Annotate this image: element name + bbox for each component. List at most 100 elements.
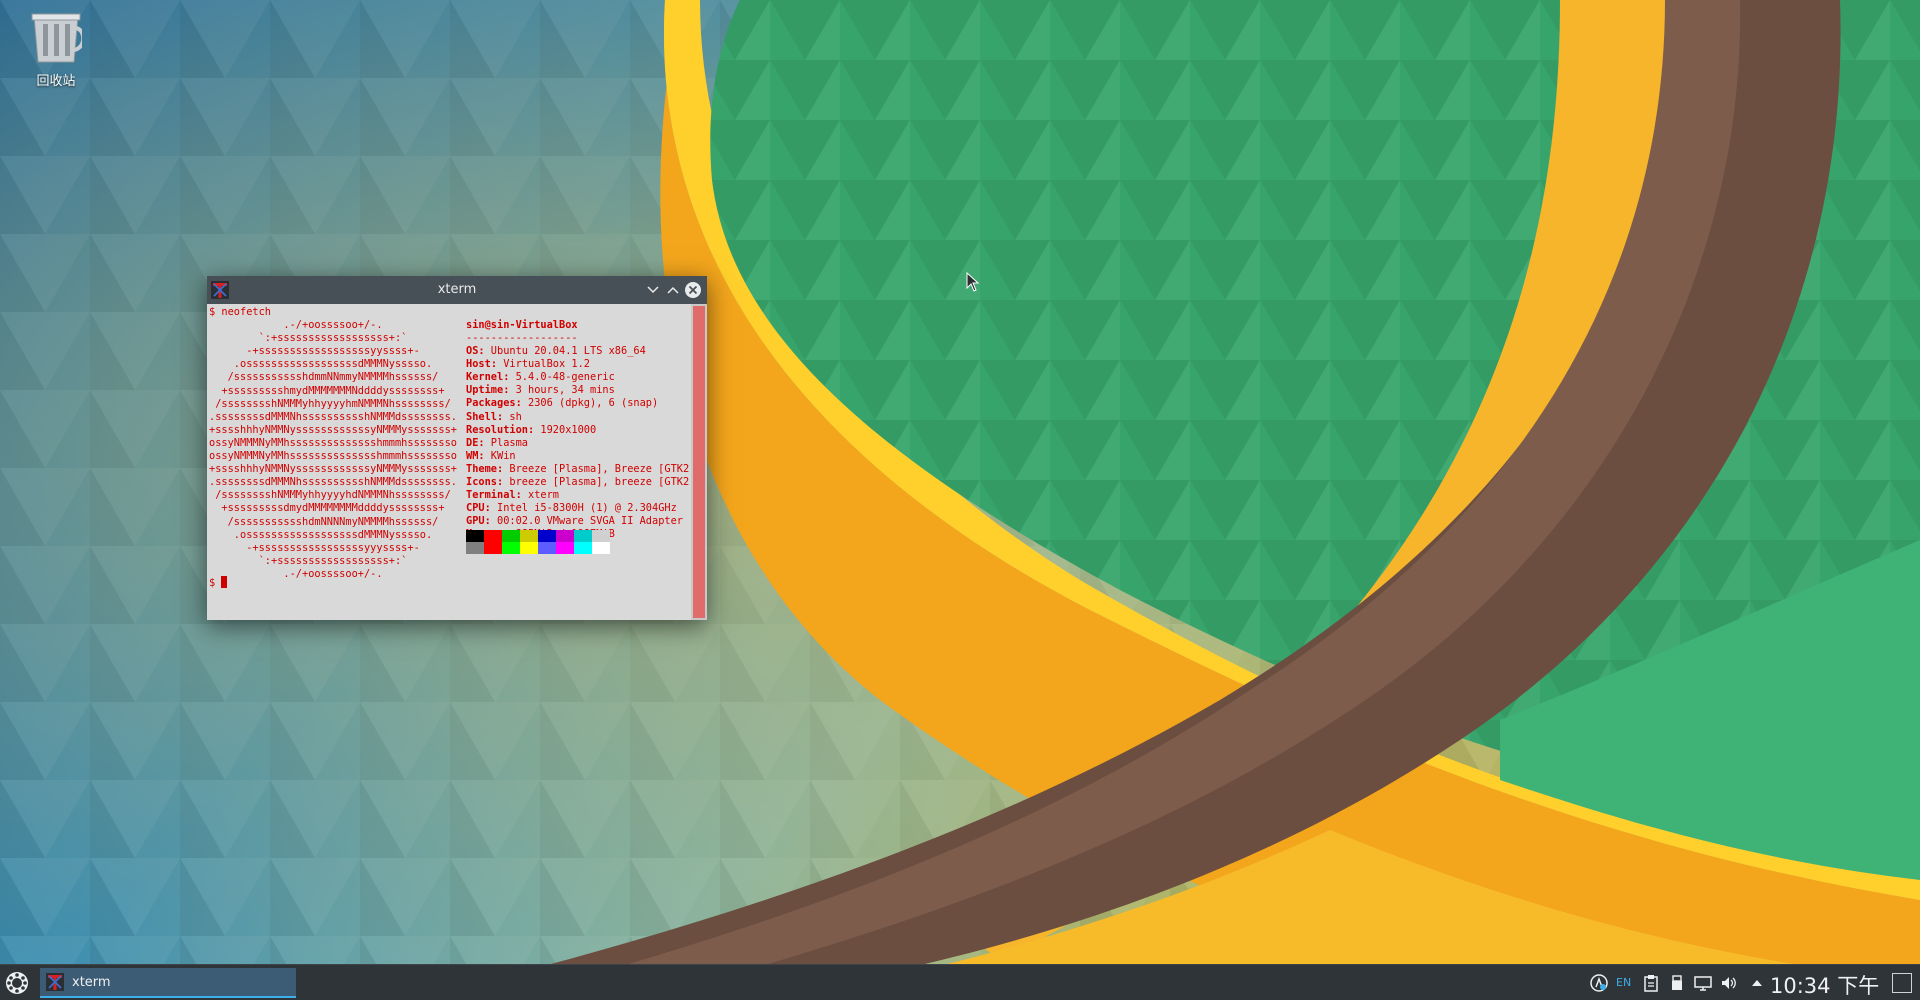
info-row: Uptime: 3 hours, 34 mins <box>466 384 615 397</box>
ascii-art-line: +sssshhhyNMMNyssssssssssssyNMMMysssssss+ <box>209 423 457 436</box>
ascii-art-line: `:+ssssssssssssssssss+:` <box>209 332 408 345</box>
clock[interactable]: 10:34 下午 <box>1770 970 1879 1000</box>
info-row: WM: KWin <box>466 449 516 462</box>
taskbar: xterm EN 10:34 下午 <box>0 964 1920 1000</box>
show-desktop-button[interactable] <box>1892 973 1912 993</box>
ascii-art-line: +sssshhhyNMMNyssssssssssssyNMMMysssssss+ <box>209 463 457 476</box>
palette-swatch <box>484 542 502 554</box>
command-line: $ neofetch <box>209 306 271 318</box>
terminal-output[interactable]: $ neofetch .-/+oossssoo+/-. `:+sssssssss… <box>207 304 691 620</box>
keyboard-layout-icon[interactable]: EN <box>1616 976 1634 994</box>
ascii-art-line: /ssssssssssshdmmNNmmyNMMMMhssssss/ <box>209 371 439 384</box>
info-separator: ------------------ <box>466 332 578 344</box>
palette-swatch <box>592 530 610 542</box>
prompt: $ <box>209 577 222 589</box>
desktop[interactable]: 回收站 xterm $ neofetch .-/+oossssoo+/-. `:… <box>0 0 1920 1000</box>
palette-swatch <box>520 530 538 542</box>
taskbar-item-label: xterm <box>72 975 111 990</box>
info-key: Kernel <box>466 371 504 384</box>
palette-swatch <box>592 542 610 554</box>
maximize-button[interactable] <box>663 280 683 300</box>
user-host: sin@sin-VirtualBox <box>466 319 578 331</box>
ascii-art-line: `:+ssssssssssssssssss+:` <box>209 554 408 567</box>
ascii-art-line: .ssssssssdMMMNhsssssssssshNMMMdssssssss. <box>209 476 457 489</box>
info-key: Theme <box>466 462 497 475</box>
info-row: Kernel: 5.4.0-48-generic <box>466 371 615 384</box>
close-button[interactable] <box>683 280 703 300</box>
scrollbar[interactable] <box>691 304 707 620</box>
ascii-art-line: .ossssssssssssssssssdMMMNysssso. <box>209 528 433 541</box>
info-row: Icons: breeze [Plasma], breeze [GTK2 <box>466 476 690 488</box>
info-value: Ubuntu 20.04.1 LTS x86_64 <box>484 345 646 357</box>
usb-device-icon[interactable] <box>1668 974 1686 992</box>
info-key: OS <box>466 345 479 357</box>
palette-swatch <box>502 530 520 542</box>
palette-swatch <box>484 530 502 542</box>
info-value: xterm <box>521 489 560 502</box>
info-row: Theme: Breeze [Plasma], Breeze [GTK2 <box>466 462 690 475</box>
prompt-line[interactable]: $ <box>209 576 228 590</box>
info-value: 2306 (dpkg), 6 (snap) <box>521 397 659 410</box>
ascii-art-line: .-/+oossssoo+/-. <box>209 567 383 580</box>
ascii-art-line: /ssssssssssshdmNNNNmyNMMMMhssssss/ <box>209 515 439 528</box>
info-row: OS: Ubuntu 20.04.1 LTS x86_64 <box>466 345 646 357</box>
info-row: DE: Plasma <box>466 436 529 449</box>
info-row: CPU: Intel i5-8300H (1) @ 2.304GHz <box>466 502 677 515</box>
info-key: Host <box>466 358 491 371</box>
ascii-art-line: -+ssssssssssssssssssyyssss+- <box>209 345 420 358</box>
chevron-up-icon <box>667 286 679 294</box>
close-icon <box>685 282 701 298</box>
display-icon[interactable] <box>1694 974 1712 992</box>
palette-swatch <box>574 530 592 542</box>
desktop-icon-trash[interactable]: 回收站 <box>22 10 90 89</box>
scrollbar-thumb[interactable] <box>693 306 705 618</box>
trash-icon <box>31 13 82 63</box>
info-value: Intel i5-8300H (1) @ 2.304GHz <box>490 502 677 515</box>
palette-swatch <box>556 542 574 554</box>
info-row: Terminal: xterm <box>466 489 560 502</box>
palette-swatch <box>502 542 520 554</box>
text-cursor <box>221 576 228 588</box>
info-value: 1920x1000 <box>534 423 597 436</box>
info-key: Uptime <box>466 384 504 397</box>
mouse-pointer-icon <box>966 272 980 292</box>
info-value: 3 hours, 34 mins <box>509 384 615 397</box>
chevron-down-icon <box>647 286 659 294</box>
info-value: Plasma <box>484 436 529 449</box>
info-key: WM <box>466 449 479 462</box>
info-value: 00:02.0 VMware SVGA II Adapter <box>490 515 683 528</box>
xterm-icon <box>46 973 64 991</box>
color-palette-top <box>466 530 610 542</box>
info-row: Shell: sh <box>466 410 522 423</box>
palette-swatch <box>538 542 556 554</box>
ascii-art-line: .-/+oossssoo+/-. <box>209 319 383 331</box>
xterm-window[interactable]: xterm $ neofetch .-/+oossssoo+/-. `:+sss… <box>207 276 707 620</box>
ascii-art-line: .ossssssssssssssssssdMMMNysssso. <box>209 358 433 371</box>
info-key: Resolution <box>466 423 528 436</box>
ascii-art-line: +sssssssssdmydMMMMMMMMddddyssssssss+ <box>209 502 445 515</box>
info-key: GPU <box>466 515 485 528</box>
ascii-art-line: .ssssssssdMMMNhsssssssssshNMMMdssssssss. <box>209 410 457 423</box>
window-title: xterm <box>437 282 477 297</box>
window-titlebar[interactable]: xterm <box>207 276 707 304</box>
volume-icon[interactable] <box>1720 974 1738 992</box>
desktop-icon-label: 回收站 <box>36 74 76 89</box>
info-value: VirtualBox 1.2 <box>497 358 591 371</box>
network-status-icon[interactable] <box>1590 974 1608 992</box>
ascii-art-line: /sssssssshNMMMyhhyyyyhmNMMMNhssssssss/ <box>209 397 451 410</box>
palette-swatch <box>556 530 574 542</box>
minimize-button[interactable] <box>643 280 663 300</box>
expand-tray-icon[interactable] <box>1748 974 1766 992</box>
clipboard-icon[interactable] <box>1642 974 1660 992</box>
info-key: Terminal <box>466 489 516 502</box>
application-launcher-button[interactable] <box>3 969 31 997</box>
ascii-art-line: ossyNMMMNyMMhsssssssssssssshmmmhssssssso <box>209 436 457 449</box>
palette-swatch <box>520 542 538 554</box>
ascii-art-line: +ssssssssshmydMMMMMMMNddddyssssssss+ <box>209 384 445 397</box>
taskbar-item-xterm[interactable]: xterm <box>40 968 296 998</box>
color-palette-bottom <box>466 542 610 554</box>
info-value: sh <box>503 410 522 423</box>
info-row: Resolution: 1920x1000 <box>466 423 597 436</box>
palette-swatch <box>466 542 484 554</box>
info-value: KWin <box>484 449 516 462</box>
